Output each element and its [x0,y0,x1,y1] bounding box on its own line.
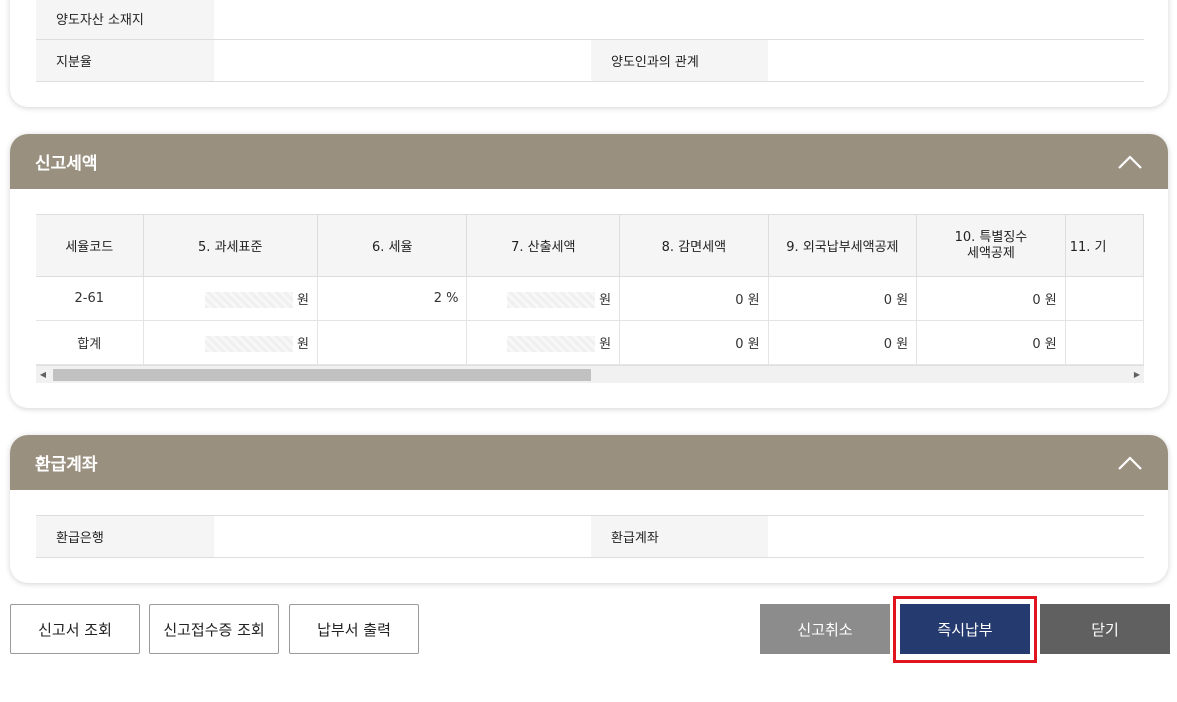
col-header-special-credit: 10. 특별징수 세액공제 [916,214,1066,277]
cancel-report-button[interactable]: 신고취소 [760,604,890,654]
tax-amount-header: 신고세액 [10,134,1168,189]
calculated-tax-unit: 원 [599,292,612,308]
transfer-location-value [214,0,1144,39]
view-report-button[interactable]: 신고서 조회 [10,604,140,654]
special-credit-cell: 0 원 [916,276,1066,321]
close-button[interactable]: 닫기 [1040,604,1170,654]
rate-code-cell: 합계 [36,320,144,365]
chevron-up-icon[interactable] [1117,450,1143,476]
col-header-calculated-tax: 7. 산출세액 [466,214,621,277]
masked-value [204,336,293,353]
col-header-rate-code: 세율코드 [36,214,144,277]
transfer-location-label: 양도자산 소재지 [36,0,214,39]
masked-value [204,292,293,309]
horizontal-scrollbar[interactable]: ◀ ▶ [36,365,1144,383]
col-header-other: 11. 기 [1065,214,1144,277]
view-receipt-button[interactable]: 신고접수증 조회 [149,604,279,654]
tax-table-header-row: 세율코드 5. 과세표준 6. 세율 7. 산출세액 8. 감면세액 9. 외국… [36,214,1144,277]
tax-base-cell: 원 [143,320,318,365]
relationship-label: 양도인과의 관계 [591,40,768,81]
foreign-credit-cell: 0 원 [768,320,918,365]
share-ratio-value [214,40,591,81]
rate-code-cell: 2-61 [36,276,144,321]
refund-bank-value[interactable] [214,516,591,557]
transfer-info-card: 양도자산 소재지 지분율 양도인과의 관계 [10,0,1168,107]
foreign-credit-cell: 0 원 [768,276,918,321]
calculated-tax-cell: 원 [466,320,621,365]
tax-rate-cell [317,320,468,365]
relationship-value [768,40,1144,81]
masked-value [507,292,596,309]
scroll-right-arrow-icon[interactable]: ▶ [1130,366,1144,383]
tax-base-cell: 원 [143,276,318,321]
refund-account-label: 환급계좌 [591,516,768,557]
transfer-location-row: 양도자산 소재지 [36,0,1144,40]
transfer-info-table: 양도자산 소재지 지분율 양도인과의 관계 [36,0,1144,82]
calculated-tax-cell: 원 [466,276,621,321]
masked-value [507,336,596,353]
table-row: 2-61 원 2 % 원 0 원 0 원 0 원 [36,276,1144,321]
refund-row: 환급은행 환급계좌 [36,516,1144,558]
col-header-reduction: 8. 감면세액 [619,214,769,277]
chevron-up-icon[interactable] [1117,149,1143,175]
tax-amount-title: 신고세액 [35,154,98,174]
share-ratio-label: 지분율 [36,40,214,81]
share-ratio-row: 지분율 양도인과의 관계 [36,40,1144,82]
table-row-total: 합계 원 원 0 원 0 원 0 원 [36,320,1144,365]
refund-account-value[interactable] [768,516,1144,557]
col-header-foreign-credit: 9. 외국납부세액공제 [768,214,918,277]
refund-account-header: 환급계좌 [10,435,1168,490]
refund-account-card: 환급계좌 환급은행 환급계좌 [10,435,1168,583]
tax-base-unit: 원 [296,292,309,308]
col-header-tax-rate: 6. 세율 [317,214,468,277]
col-header-tax-base: 5. 과세표준 [143,214,318,277]
refund-account-table: 환급은행 환급계좌 [36,515,1144,558]
refund-bank-label: 환급은행 [36,516,214,557]
tax-rate-cell: 2 % [317,276,468,321]
scroll-left-arrow-icon[interactable]: ◀ [36,366,50,383]
other-cell [1065,276,1144,321]
tax-table-scroll-area[interactable]: 세율코드 5. 과세표준 6. 세율 7. 산출세액 8. 감면세액 9. 외국… [36,214,1144,384]
calculated-tax-unit: 원 [599,336,612,352]
special-credit-cell: 0 원 [916,320,1066,365]
tax-base-unit: 원 [296,336,309,352]
pay-now-highlight-box [893,596,1037,663]
reduction-cell: 0 원 [619,320,769,365]
other-cell [1065,320,1144,365]
print-bill-button[interactable]: 납부서 출력 [289,604,419,654]
refund-account-title: 환급계좌 [35,455,98,475]
reduction-cell: 0 원 [619,276,769,321]
tax-amount-card: 신고세액 세율코드 5. 과세표준 6. 세율 7. 산출세액 8. 감면세액 … [10,134,1168,408]
scrollbar-thumb[interactable] [53,369,591,381]
tax-table: 세율코드 5. 과세표준 6. 세율 7. 산출세액 8. 감면세액 9. 외국… [36,214,1144,365]
